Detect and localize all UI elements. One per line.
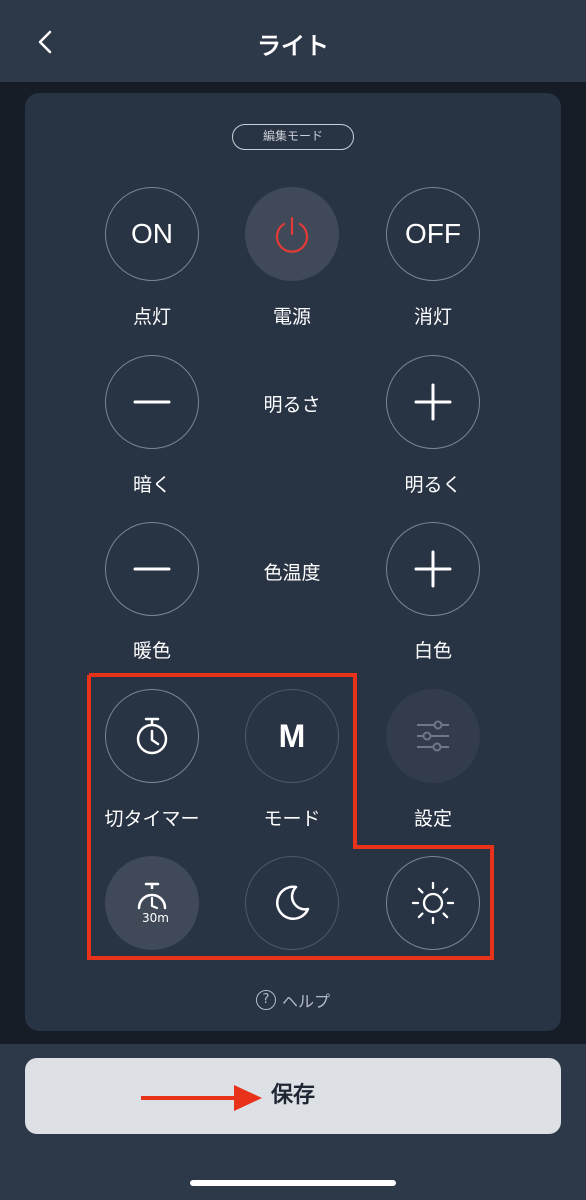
off-button[interactable]: OFF [386,187,480,281]
plus-icon [414,383,452,421]
power-button[interactable] [245,187,339,281]
help-circle-icon: ? [255,990,276,1010]
stopwatch-icon [136,717,168,755]
mode-button-text: M [278,717,306,754]
on-button[interactable]: ON [105,187,199,281]
save-button[interactable]: 保存 [25,1058,561,1134]
warm-label: 暖色 [132,640,171,662]
mode-label: モード [263,808,321,830]
moon-icon [276,885,310,920]
warm-color-button[interactable] [105,522,199,616]
off-timer-button[interactable] [105,689,199,783]
brightness-title: 明るさ [263,394,321,416]
power-icon [275,216,309,253]
dark-label: 暗く [132,474,171,496]
timer-30m-button[interactable]: 30m [105,856,199,950]
settings-button[interactable] [386,689,480,783]
mode-button[interactable]: M [245,689,339,783]
brightness-down-button[interactable] [105,355,199,449]
full-light-button[interactable] [386,856,480,950]
brightness-up-button[interactable] [386,355,480,449]
on-label: 点灯 [132,306,171,328]
home-indicator [190,1180,396,1186]
off-button-text: OFF [405,218,461,249]
night-light-button[interactable] [245,856,339,950]
off-label: 消灯 [413,306,452,328]
page-title: ライト [257,32,329,60]
arrow-right-icon [141,1085,262,1111]
edit-mode-button[interactable]: 編集モード [232,124,354,150]
timer-30m-text: 30m [142,911,169,925]
plus-icon [414,550,452,588]
help-link[interactable]: ? ヘルプ [0,988,586,1012]
help-label: ヘルプ [281,992,330,1011]
white-color-button[interactable] [386,522,480,616]
off-timer-label: 切タイマー [104,808,200,830]
white-label: 白色 [413,640,452,662]
sun-icon [411,881,455,925]
on-button-text: ON [131,218,173,249]
bright-label: 明るく [404,474,462,496]
settings-label: 設定 [413,808,452,830]
power-label: 電源 [272,306,311,328]
minus-icon [133,567,171,571]
minus-icon [133,400,171,404]
color-temp-title: 色温度 [263,562,321,584]
sliders-icon [417,720,449,752]
